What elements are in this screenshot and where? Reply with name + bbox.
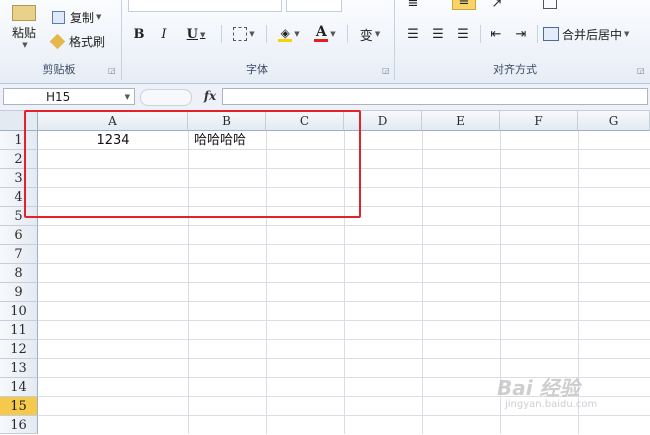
paste-button[interactable]: 粘贴 ▼ bbox=[4, 0, 44, 58]
copy-label: 复制 bbox=[70, 10, 95, 25]
toolbar-separator bbox=[266, 25, 267, 43]
fill-color-dropdown-icon: ▼ bbox=[294, 30, 300, 38]
clipboard-launcher-icon[interactable]: ◲ bbox=[108, 66, 116, 75]
borders-button[interactable]: ▼ bbox=[228, 23, 260, 45]
phonetic-guide-button[interactable]: 变 ▼ bbox=[353, 23, 387, 45]
copy-dropdown-icon: ▼ bbox=[96, 13, 102, 21]
middle-align-button[interactable]: ≡ bbox=[452, 0, 476, 10]
formula-bar: H15 ▼ fx bbox=[0, 84, 650, 111]
font-color-dropdown-icon: ▼ bbox=[330, 30, 336, 38]
merge-center-icon bbox=[543, 27, 559, 41]
merge-center-label: 合并后居中 bbox=[562, 27, 623, 42]
row-header-9[interactable]: 9 bbox=[0, 283, 38, 302]
row-header-10[interactable]: 10 bbox=[0, 302, 38, 321]
gridline bbox=[38, 244, 650, 245]
row-header-16[interactable]: 16 bbox=[0, 416, 38, 434]
fx-label: fx bbox=[203, 89, 217, 103]
gridline bbox=[38, 282, 650, 283]
italic-button[interactable]: I bbox=[153, 23, 175, 45]
row-header-6[interactable]: 6 bbox=[0, 226, 38, 245]
row-header-15[interactable]: 15 bbox=[0, 397, 38, 416]
phonetic-label: 变 bbox=[359, 28, 373, 44]
paste-label: 粘贴 bbox=[11, 26, 36, 40]
name-box[interactable]: H15 ▼ bbox=[3, 88, 135, 105]
font-group-label: 字体 bbox=[246, 63, 268, 76]
highlight-box bbox=[24, 110, 361, 218]
bold-label: B bbox=[133, 26, 145, 42]
align-center-icon: ☰ bbox=[432, 26, 444, 42]
name-box-value: H15 bbox=[46, 90, 71, 104]
toolbar-separator bbox=[480, 25, 481, 43]
clipboard-group-label: 剪贴板 bbox=[42, 63, 76, 76]
align-right-icon: ☰ bbox=[457, 26, 469, 42]
wrap-text-button[interactable] bbox=[543, 0, 633, 14]
column-header-g[interactable]: G bbox=[578, 111, 650, 131]
font-launcher-icon[interactable]: ◲ bbox=[382, 66, 390, 75]
increase-indent-button[interactable]: ⇥ bbox=[510, 23, 532, 45]
font-size-combobox[interactable] bbox=[286, 0, 342, 12]
merge-center-button[interactable]: 合并后居中 ▼ bbox=[543, 23, 647, 45]
align-right-button[interactable]: ☰ bbox=[452, 23, 474, 45]
borders-icon bbox=[233, 27, 248, 41]
gridline bbox=[38, 263, 650, 264]
font-color-button[interactable]: A ▼ bbox=[308, 23, 342, 45]
bold-button[interactable]: B bbox=[128, 23, 150, 45]
ribbon: 粘贴 ▼ 复制 ▼ 格式刷 剪贴板 ◲ B I U ▼ ▼ ◈ ▼ A ▼ 变 … bbox=[0, 0, 650, 84]
toolbar-separator bbox=[347, 25, 348, 43]
formula-bar-divider bbox=[140, 89, 192, 106]
borders-dropdown-icon: ▼ bbox=[249, 30, 255, 38]
row-header-8[interactable]: 8 bbox=[0, 264, 38, 283]
format-painter-button[interactable]: 格式刷 bbox=[49, 30, 118, 52]
insert-function-button[interactable]: fx bbox=[200, 88, 220, 105]
watermark-brand: Bai 经验 bbox=[497, 376, 580, 400]
paste-icon bbox=[12, 5, 36, 21]
orientation-button[interactable]: ↗ bbox=[486, 0, 508, 14]
name-box-dropdown-icon[interactable]: ▼ bbox=[125, 89, 130, 106]
merge-center-dropdown-icon: ▼ bbox=[624, 30, 630, 38]
alignment-launcher-icon[interactable]: ◲ bbox=[637, 66, 645, 75]
underline-button[interactable]: U ▼ bbox=[178, 23, 214, 45]
wrap-text-icon bbox=[543, 0, 557, 9]
align-left-icon: ☰ bbox=[407, 26, 419, 42]
italic-label: I bbox=[161, 26, 167, 42]
gridline bbox=[38, 320, 650, 321]
align-left-button[interactable]: ☰ bbox=[402, 23, 424, 45]
paste-dropdown-icon: ▼ bbox=[22, 41, 28, 49]
phonetic-dropdown-icon: ▼ bbox=[374, 30, 381, 38]
increase-indent-icon: ⇥ bbox=[515, 26, 527, 42]
row-header-14[interactable]: 14 bbox=[0, 378, 38, 397]
font-color-icon: A bbox=[314, 24, 329, 42]
row-header-13[interactable]: 13 bbox=[0, 359, 38, 378]
format-painter-label: 格式刷 bbox=[69, 34, 106, 49]
underline-label: U bbox=[186, 26, 198, 42]
gridline bbox=[38, 339, 650, 340]
gridline bbox=[38, 301, 650, 302]
format-painter-icon bbox=[49, 33, 66, 49]
formula-input[interactable] bbox=[222, 88, 648, 105]
row-header-12[interactable]: 12 bbox=[0, 340, 38, 359]
watermark: Bai 经验 jingyan.baidu.com bbox=[497, 372, 647, 418]
copy-icon bbox=[52, 10, 65, 24]
fill-color-icon: ◈ bbox=[278, 27, 293, 42]
fill-color-button[interactable]: ◈ ▼ bbox=[272, 23, 306, 45]
column-header-e[interactable]: E bbox=[422, 111, 500, 131]
row-header-11[interactable]: 11 bbox=[0, 321, 38, 340]
toolbar-separator bbox=[537, 25, 538, 43]
column-header-f[interactable]: F bbox=[500, 111, 578, 131]
row-header-7[interactable]: 7 bbox=[0, 245, 38, 264]
decrease-indent-button[interactable]: ⇤ bbox=[485, 23, 507, 45]
top-align-button[interactable]: ≡ bbox=[402, 0, 424, 14]
underline-dropdown-icon: ▼ bbox=[199, 29, 206, 39]
gridline bbox=[38, 225, 650, 226]
gridline bbox=[38, 358, 650, 359]
alignment-group-label: 对齐方式 bbox=[493, 63, 537, 76]
toolbar-separator bbox=[221, 25, 222, 43]
copy-button[interactable]: 复制 ▼ bbox=[52, 6, 114, 28]
align-center-button[interactable]: ☰ bbox=[427, 23, 449, 45]
decrease-indent-icon: ⇤ bbox=[490, 26, 502, 42]
font-name-combobox[interactable] bbox=[128, 0, 282, 12]
watermark-site: jingyan.baidu.com bbox=[505, 399, 598, 410]
